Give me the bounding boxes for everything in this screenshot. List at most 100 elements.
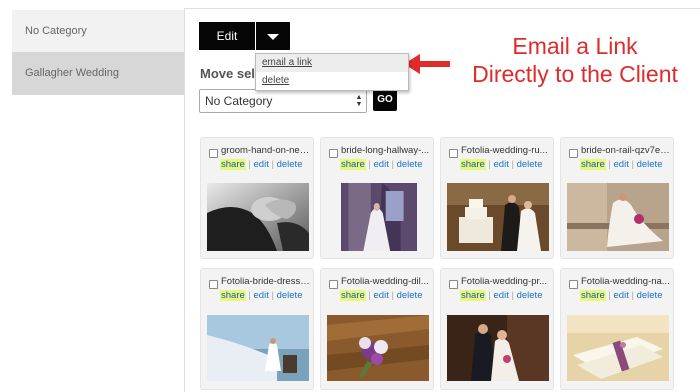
photo-card: bride-long-hallway-... share | edit | de… [320, 137, 434, 259]
photo-checkbox[interactable] [449, 280, 458, 289]
photo-checkbox[interactable] [209, 280, 218, 289]
photo-name: bride-long-hallway-... [341, 145, 430, 156]
annotation-line-2: Directly to the Client [472, 61, 678, 87]
photo-actions: share | edit | delete [340, 159, 422, 170]
photo-actions: share | edit | delete [460, 290, 542, 301]
photo-actions: share | edit | delete [580, 290, 662, 301]
separator: | [511, 159, 514, 170]
photo-card: groom-hand-on-nec... share | edit | dele… [200, 137, 314, 259]
photo-checkbox[interactable] [329, 149, 338, 158]
category-select[interactable]: No Category ▲ ▼ [199, 89, 367, 113]
separator: | [248, 290, 251, 301]
photo-card: bride-on-rail-qzv7ev... share | edit | d… [560, 137, 674, 259]
menu-item-email-a-link[interactable]: email a link [256, 54, 408, 72]
photo-card: Fotolia-wedding-pr... share | edit | del… [440, 268, 554, 390]
annotation-arrow-icon [404, 54, 450, 74]
photo-thumbnail-wedding-bouquet[interactable] [327, 315, 429, 381]
photo-checkbox[interactable] [329, 280, 338, 289]
photo-checkbox[interactable] [209, 149, 218, 158]
photo-thumbnail-wedding-cake[interactable] [447, 183, 549, 251]
separator: | [368, 290, 371, 301]
share-link[interactable]: share [580, 290, 606, 301]
separator: | [608, 159, 611, 170]
delete-link[interactable]: delete [637, 290, 663, 301]
photo-thumbnail-bride-on-rail[interactable] [567, 183, 669, 251]
delete-link[interactable]: delete [277, 290, 303, 301]
photo-name: Fotolia-bride-dress-... [221, 276, 311, 287]
sidebar-item-label: No Category [25, 25, 87, 37]
photo-actions: share | edit | delete [220, 159, 302, 170]
separator: | [368, 159, 371, 170]
separator: | [248, 159, 251, 170]
edit-button[interactable]: Edit [199, 22, 255, 50]
photo-actions: share | edit | delete [580, 159, 662, 170]
photo-thumbnail-groom-hand[interactable] [207, 183, 309, 251]
edit-link[interactable]: edit [494, 290, 509, 301]
go-button[interactable]: GO [373, 89, 397, 111]
delete-link[interactable]: delete [637, 159, 663, 170]
delete-link[interactable]: delete [277, 159, 303, 170]
photo-thumbnail-bride-hallway[interactable] [341, 183, 417, 251]
photo-name: Fotolia-wedding-na... [581, 276, 670, 287]
share-link[interactable]: share [340, 290, 366, 301]
share-link[interactable]: share [460, 290, 486, 301]
photo-checkbox[interactable] [569, 149, 578, 158]
share-link[interactable]: share [220, 290, 246, 301]
edit-link[interactable]: edit [254, 159, 269, 170]
separator: | [391, 159, 394, 170]
photo-card: Fotolia-wedding-dil... share | edit | de… [320, 268, 434, 390]
separator: | [488, 290, 491, 301]
sidebar-item-label: Gallagher Wedding [25, 67, 119, 79]
delete-link[interactable]: delete [517, 290, 543, 301]
photo-name: groom-hand-on-nec... [221, 145, 311, 156]
separator: | [631, 290, 634, 301]
menu-item-delete[interactable]: delete [256, 72, 408, 90]
caret-down-icon [267, 34, 279, 40]
sidebar-item-gallagher-wedding[interactable]: Gallagher Wedding [12, 52, 184, 95]
edit-link[interactable]: edit [614, 290, 629, 301]
photo-name: Fotolia-wedding-ru... [461, 145, 548, 156]
share-link[interactable]: share [460, 159, 486, 170]
edit-link[interactable]: edit [374, 159, 389, 170]
share-link[interactable]: share [340, 159, 366, 170]
edit-link[interactable]: edit [374, 290, 389, 301]
edit-link[interactable]: edit [494, 159, 509, 170]
photo-checkbox[interactable] [569, 280, 578, 289]
annotation-line-1: Email a Link [512, 33, 638, 59]
separator: | [271, 290, 274, 301]
annotation-caption: Email a Link Directly to the Client [455, 32, 695, 88]
photo-actions: share | edit | delete [340, 290, 422, 301]
photo-card: Fotolia-wedding-ru... share | edit | del… [440, 137, 554, 259]
move-selected-label: Move sel [200, 66, 255, 81]
photo-thumbnail-wedding-napkins[interactable] [567, 315, 669, 381]
delete-link[interactable]: delete [397, 159, 423, 170]
photo-actions: share | edit | delete [460, 159, 542, 170]
photo-card: Fotolia-wedding-na... share | edit | del… [560, 268, 674, 390]
photo-name: bride-on-rail-qzv7ev... [581, 145, 671, 156]
edit-link[interactable]: edit [254, 290, 269, 301]
separator: | [511, 290, 514, 301]
category-select-value: No Category [205, 94, 273, 108]
share-link[interactable]: share [220, 159, 246, 170]
separator: | [391, 290, 394, 301]
sidebar-item-no-category[interactable]: No Category [12, 10, 184, 52]
category-sidebar: No Category Gallagher Wedding [12, 10, 184, 95]
photo-name: Fotolia-wedding-dil... [341, 276, 429, 287]
separator: | [608, 290, 611, 301]
photo-checkbox[interactable] [449, 149, 458, 158]
photo-actions: share | edit | delete [220, 290, 302, 301]
separator: | [631, 159, 634, 170]
separator: | [488, 159, 491, 170]
select-arrows-icon: ▲ ▼ [355, 94, 363, 108]
delete-link[interactable]: delete [517, 159, 543, 170]
edit-link[interactable]: edit [614, 159, 629, 170]
photo-thumbnail-bride-dress-beach[interactable] [207, 315, 309, 381]
separator: | [271, 159, 274, 170]
photo-name: Fotolia-wedding-pr... [461, 276, 548, 287]
share-link[interactable]: share [580, 159, 606, 170]
photo-card: Fotolia-bride-dress-... share | edit | d… [200, 268, 314, 390]
actions-dropdown-button[interactable] [256, 22, 290, 50]
actions-dropdown-menu: email a link delete [255, 53, 409, 91]
delete-link[interactable]: delete [397, 290, 423, 301]
photo-thumbnail-wedding-couple[interactable] [447, 315, 549, 381]
